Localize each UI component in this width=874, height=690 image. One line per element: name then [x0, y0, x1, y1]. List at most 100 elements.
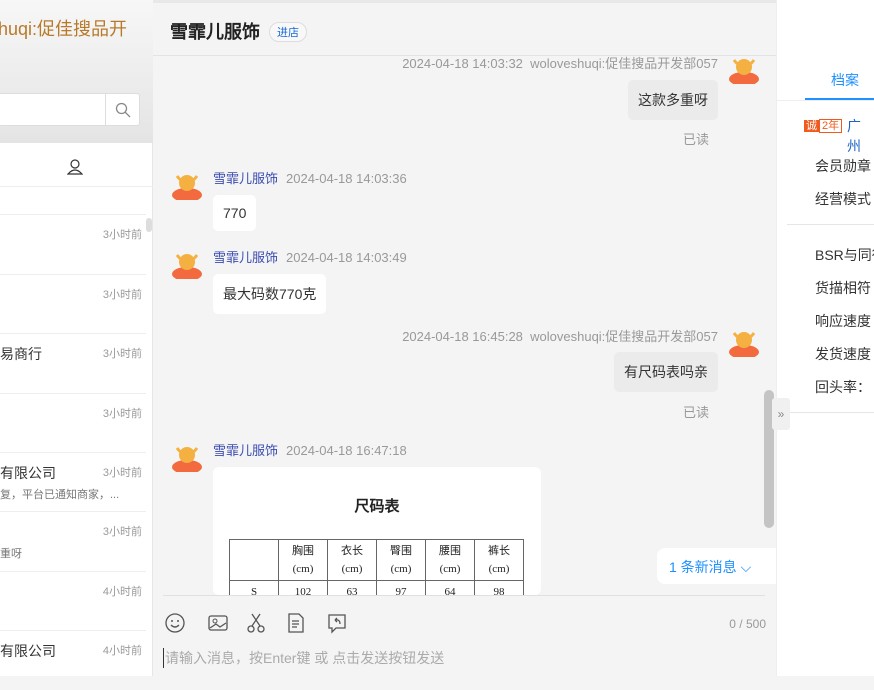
conversation-item[interactable]: 易商行 3小时前	[0, 333, 146, 393]
message-meta: 雪霏儿服饰 2024-04-18 16:47:18	[213, 440, 407, 459]
conversation-list-panel: huqi:促佳搜品开 3小时前 3小时前 易商行 3小时前 3小时前 有限公司 3小…	[0, 0, 153, 676]
divider	[787, 224, 874, 225]
table-cell: 63	[327, 580, 377, 595]
list-scrollbar[interactable]	[146, 218, 152, 232]
chat-header: 雪霏儿服饰 进店	[153, 0, 776, 56]
image-icon[interactable]	[207, 612, 229, 634]
company-location-link[interactable]: 广州	[847, 116, 874, 156]
integrity-badge: 诚 2年	[804, 117, 843, 133]
badge-years: 2年	[819, 119, 843, 133]
table-cell: 102	[278, 580, 328, 595]
conversation-preview: 复，平台已通知商家，...	[0, 489, 120, 501]
shop-avatar-icon	[172, 447, 202, 472]
account-name: huqi:促佳搜品开	[0, 19, 128, 39]
message-sender[interactable]: 雪霏儿服饰	[213, 443, 278, 458]
message-bubble: 这款多重呀	[628, 80, 718, 120]
badge-cheng: 诚	[804, 120, 819, 132]
message-sender[interactable]: 雪霏儿服饰	[213, 171, 278, 186]
shop-name: 雪霏儿服饰	[170, 22, 260, 42]
conversation-item[interactable]: 3小时前	[0, 393, 146, 453]
conversation-name: 有限公司	[0, 643, 56, 659]
conversation-name: 有限公司	[0, 465, 56, 481]
message-meta: 2024-04-18 16:45:28 woloveshuqi:促佳搜品开发部0…	[402, 326, 718, 345]
chevron-down-icon: ⌵	[740, 559, 752, 575]
message-time: 2024-04-18 14:03:36	[286, 171, 407, 186]
table-cell: 98	[474, 580, 524, 595]
divider	[163, 595, 765, 596]
table-cell: 腰围 (cm)	[425, 539, 475, 581]
message-meta: 2024-04-18 14:03:32 woloveshuqi:促佳搜品开发部0…	[402, 53, 718, 72]
profile-row: 回头率：	[815, 379, 871, 395]
shop-avatar-icon	[172, 175, 202, 200]
table-cell	[229, 539, 279, 581]
user-avatar-icon	[729, 59, 759, 84]
message-bubble: 有尺码表吗亲	[614, 352, 718, 392]
contacts-tab-row	[0, 143, 153, 187]
message-bubble: 770	[213, 195, 257, 231]
enter-store-button[interactable]: 进店	[269, 22, 307, 42]
profile-row: 货描相符	[815, 280, 871, 296]
message-time: 2024-04-18 16:45:28	[402, 329, 523, 344]
account-header: huqi:促佳搜品开	[0, 0, 153, 143]
size-chart-table: 胸围 (cm) 衣长 (cm) 臀围 (cm) 腰围 (cm) 裤长 (cm) S 102 63 97 6…	[229, 539, 524, 595]
conversation-time: 3小时前	[102, 526, 142, 538]
tab-profile[interactable]: 档案	[805, 56, 874, 100]
read-status: 已读	[682, 132, 709, 147]
table-row: S 102 63 97 64 98	[229, 580, 524, 595]
chat-panel: 雪霏儿服饰 进店 2024-04-18 14:03:32 woloveshuqi…	[153, 0, 777, 676]
message-time: 2024-04-18 16:47:18	[286, 443, 407, 458]
profile-row: 响应速度	[815, 313, 871, 329]
message-time: 2024-04-18 14:03:49	[286, 250, 407, 265]
profile-row: 发货速度	[815, 346, 871, 362]
conversation-item[interactable]: 3小时前重呀	[0, 511, 146, 571]
conversation-name: 易商行	[0, 346, 42, 362]
table-cell: 64	[425, 580, 475, 595]
conversation-item[interactable]: 有限公司 3小时前复，平台已通知商家，...	[0, 452, 146, 512]
conversation-time: 3小时前	[102, 467, 142, 479]
conversation-item[interactable]: 3小时前	[0, 274, 146, 334]
table-cell: S	[229, 580, 279, 595]
message-sender: woloveshuqi:促佳搜品开发部057	[530, 329, 718, 344]
conversation-item[interactable]: 有限公司 4小时前	[0, 630, 146, 690]
conversation-time: 3小时前	[102, 229, 142, 241]
profile-row: 会员勋章	[815, 158, 871, 174]
profile-row: 经营模式	[815, 191, 871, 207]
scissors-icon[interactable]	[245, 612, 267, 634]
message-input[interactable]: 请输入消息，按Enter键 或 点击发送按钮发送	[163, 648, 444, 668]
new-messages-button[interactable]: 1 条新消息 ⌵	[657, 548, 777, 584]
message-sender: woloveshuqi:促佳搜品开发部057	[530, 56, 718, 71]
conversation-time: 3小时前	[102, 289, 142, 301]
char-counter: 0 / 500	[729, 617, 766, 631]
message-bubble: 最大码数770克	[213, 274, 327, 314]
read-status: 已读	[682, 405, 709, 420]
conversation-time: 3小时前	[102, 348, 142, 360]
table-cell: 97	[376, 580, 426, 595]
conversation-item[interactable]: 3小时前	[0, 214, 146, 274]
conversation-time: 3小时前	[102, 408, 142, 420]
table-cell: 胸围 (cm)	[278, 539, 328, 581]
conversation-item[interactable]: 4小时前	[0, 571, 146, 631]
search-button[interactable]	[105, 94, 139, 125]
table-cell: 衣长 (cm)	[327, 539, 377, 581]
document-icon[interactable]	[285, 612, 307, 634]
table-cell: 臀围 (cm)	[376, 539, 426, 581]
message-sender[interactable]: 雪霏儿服饰	[213, 250, 278, 265]
new-messages-label: 1 条新消息	[669, 559, 737, 575]
conversation-time: 4小时前	[102, 586, 142, 598]
quick-reply-icon[interactable]	[326, 612, 348, 634]
emoji-icon[interactable]	[164, 612, 186, 634]
message-time: 2024-04-18 14:03:32	[402, 56, 523, 71]
table-cell: 裤长 (cm)	[474, 539, 524, 581]
collapse-panel-icon[interactable]: »	[772, 398, 790, 430]
shop-avatar-icon	[172, 254, 202, 279]
conversation-time: 4小时前	[102, 645, 142, 657]
message-meta: 雪霏儿服饰 2024-04-18 14:03:49	[213, 247, 407, 266]
contacts-tab-icon[interactable]	[67, 159, 83, 175]
divider	[787, 412, 874, 413]
message-meta: 雪霏儿服饰 2024-04-18 14:03:36	[213, 168, 407, 187]
search-input[interactable]	[0, 93, 140, 126]
profile-row: BSR与同行	[815, 247, 874, 263]
conversation-preview: 重呀	[0, 548, 22, 560]
size-chart-image[interactable]: 尺码表 胸围 (cm) 衣长 (cm) 臀围 (cm) 腰围 (cm) 裤长 (cm) S 102 6…	[213, 467, 541, 595]
size-chart-title: 尺码表	[354, 498, 400, 515]
